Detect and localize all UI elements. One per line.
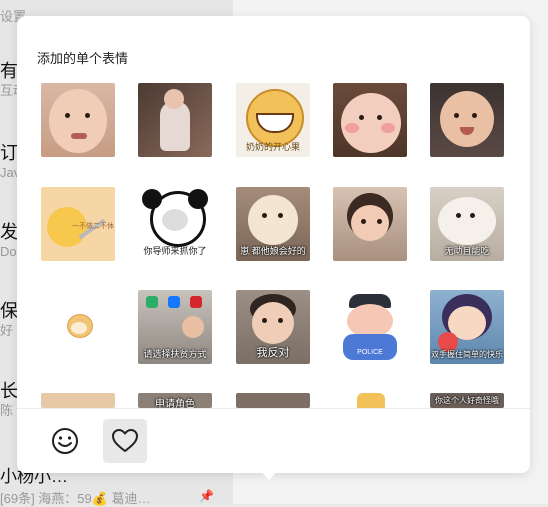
sticker-partial[interactable] bbox=[333, 393, 407, 408]
sticker-police-cartoon[interactable]: POLICE bbox=[333, 290, 407, 364]
sticker-caption: 双手握住简单的快乐 bbox=[431, 350, 503, 359]
sticker-tab-bar bbox=[17, 408, 530, 473]
sticker-caption: 我反对 bbox=[256, 347, 290, 359]
sticker-duck-with-knife[interactable]: 一不做二不休 bbox=[41, 187, 115, 261]
inner-face bbox=[162, 209, 188, 231]
heart-icon bbox=[112, 429, 138, 452]
sticker-caption: POLICE bbox=[357, 349, 383, 356]
sticker-caption: 奶奶的开心果 bbox=[245, 142, 300, 152]
doge-muzzle bbox=[71, 322, 87, 334]
cheek bbox=[381, 123, 395, 133]
eye bbox=[472, 113, 477, 118]
sticker-partial[interactable]: 申请角色 bbox=[138, 393, 212, 408]
eye bbox=[359, 115, 364, 120]
smiley-icon bbox=[52, 428, 78, 454]
sticker-partial[interactable]: 你这个人好奇怪哦 bbox=[430, 393, 504, 408]
sticker-caption: 请选择扶贫方式 bbox=[143, 349, 207, 359]
alipay-icon bbox=[168, 296, 180, 308]
eye bbox=[65, 113, 70, 118]
eye bbox=[85, 113, 90, 118]
mouth bbox=[71, 133, 87, 139]
sticker-girl-in-chair[interactable] bbox=[138, 83, 212, 157]
sticker-smiling-cookie[interactable]: 奶奶的开心果 bbox=[236, 83, 310, 157]
eye bbox=[456, 213, 461, 218]
baby-face bbox=[49, 89, 107, 153]
eye bbox=[454, 113, 459, 118]
sticker-anime-girl-money[interactable]: 双手握住简单的快乐 bbox=[430, 290, 504, 364]
sticker-boy-refuse[interactable]: 我反对 bbox=[236, 290, 310, 364]
boy-face bbox=[252, 302, 294, 344]
sticker-panda-face[interactable]: 你导师来抓你了 bbox=[138, 187, 212, 261]
panda-ear bbox=[188, 189, 208, 209]
wechat-pay-icon bbox=[146, 296, 158, 308]
cartoon-face bbox=[347, 304, 393, 338]
sticker-girl-leaning[interactable] bbox=[333, 187, 407, 261]
emoji-tab[interactable] bbox=[43, 419, 87, 463]
eye bbox=[278, 318, 283, 323]
eye bbox=[377, 115, 382, 120]
eye bbox=[361, 219, 366, 224]
chat-item-preview: [69条] 海燕：59💰 葛迪… bbox=[0, 491, 151, 506]
kid-head bbox=[182, 316, 204, 338]
pin-icon: 📌 bbox=[199, 489, 214, 503]
sticker-caption: 崽 都他娘会好的 bbox=[240, 246, 306, 256]
cheek bbox=[345, 123, 359, 133]
eye bbox=[262, 213, 267, 218]
popup-pointer bbox=[259, 469, 279, 480]
sticker-smiling-toddler[interactable] bbox=[430, 83, 504, 157]
sticker-doge-small[interactable] bbox=[41, 290, 115, 364]
girl-face bbox=[351, 205, 389, 241]
unionpay-icon bbox=[190, 296, 202, 308]
sticker-fluffy-dog[interactable]: 无助且能吃 bbox=[430, 187, 504, 261]
sticker-payment-kid[interactable]: 请选择扶贫方式 bbox=[138, 290, 212, 364]
sticker-shiba-dog[interactable]: 崽 都他娘会好的 bbox=[236, 187, 310, 261]
sticker-popup: 添加的单个表情 奶奶的开心果 一不做二不休 你导师来抓你了 崽 都他娘会好的 无… bbox=[17, 16, 530, 473]
panda-ear bbox=[142, 189, 162, 209]
favorites-tab[interactable] bbox=[103, 419, 147, 463]
sticker-caption: 一不做二不休 bbox=[72, 223, 114, 230]
sticker-grid: 奶奶的开心果 一不做二不休 你导师来抓你了 崽 都他娘会好的 无助且能吃 请选择… bbox=[17, 16, 530, 408]
partial-art bbox=[357, 393, 385, 408]
sticker-caption: 你导师来抓你了 bbox=[143, 246, 207, 256]
toddler-face bbox=[440, 91, 494, 147]
uniform bbox=[343, 334, 397, 360]
head bbox=[164, 89, 184, 109]
dog-body bbox=[438, 197, 496, 245]
sticker-caption: 申请角色 bbox=[155, 399, 195, 408]
eye bbox=[278, 213, 283, 218]
eye bbox=[470, 213, 475, 218]
dog-face bbox=[248, 195, 298, 245]
eye bbox=[377, 219, 382, 224]
sticker-caption: 你这个人好奇怪哦 bbox=[435, 396, 499, 405]
eye bbox=[262, 318, 267, 323]
sticker-partial[interactable] bbox=[236, 393, 310, 408]
sticker-caption: 无助且能吃 bbox=[444, 246, 490, 256]
sticker-chubby-baby[interactable] bbox=[333, 83, 407, 157]
sticker-crying-baby[interactable] bbox=[41, 83, 115, 157]
sticker-partial[interactable] bbox=[41, 393, 115, 408]
